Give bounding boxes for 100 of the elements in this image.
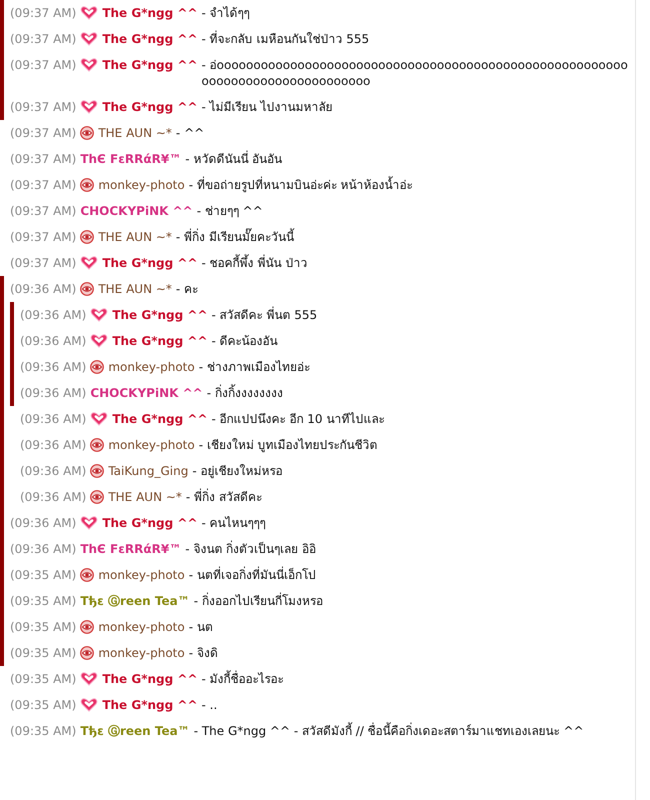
- message-text: - ดีคะน้องอัน: [212, 333, 279, 349]
- heart-icon: [90, 412, 108, 426]
- eye-icon: [80, 646, 94, 660]
- message-text: - ที่ขอถ่ายรูปที่หนามบินอ่ะค่ะ หน้าห้องน้ำอ่ะ: [188, 177, 414, 193]
- message-text: - ช่ายๆๆ ^^: [196, 203, 264, 219]
- timestamp: (09:36 AM): [10, 281, 76, 297]
- eye-icon: [80, 126, 94, 140]
- sender-name: THE AUN ~*: [108, 489, 182, 505]
- sender-name: THE AUN ~*: [98, 229, 172, 245]
- eye-icon: [90, 490, 104, 504]
- heart-icon: [90, 334, 108, 348]
- heart-icon: [80, 256, 98, 270]
- eye-icon: [90, 464, 104, 478]
- timestamp: (09:36 AM): [20, 463, 86, 479]
- heart-icon: [80, 32, 98, 46]
- sender-name: The G*ngg ^^: [112, 307, 208, 323]
- timestamp: (09:35 AM): [10, 645, 76, 661]
- sender-name: THE AUN ~*: [98, 125, 172, 141]
- message-text: - อยู่เชียงใหม่หรอ: [192, 463, 284, 479]
- message-text: - กิ่งออกไปเรียนกี่โมงหรอ: [194, 593, 324, 609]
- sender-name: The G*ngg ^^: [102, 57, 198, 73]
- sender-name: CHOCKYPiNK ^^: [90, 385, 203, 401]
- heart-icon: [80, 58, 98, 72]
- heart-icon: [80, 672, 98, 686]
- sender-name: monkey-photo: [98, 567, 185, 583]
- timestamp: (09:35 AM): [10, 723, 76, 739]
- message-text: - อีกแปปนึงคะ อีก 10 นาทีไปและ: [212, 411, 386, 427]
- sender-name: The G*ngg ^^: [112, 411, 208, 427]
- heart-icon: [80, 516, 98, 530]
- timestamp: (09:37 AM): [10, 151, 76, 167]
- sender-name: Tђε Ⓖreen Tea™: [80, 723, 190, 739]
- timestamp: (09:37 AM): [10, 5, 76, 21]
- sender-name: The G*ngg ^^: [102, 671, 198, 687]
- sender-name: monkey-photo: [108, 359, 195, 375]
- sender-name: The G*ngg ^^: [102, 31, 198, 47]
- timestamp: (09:35 AM): [10, 567, 76, 583]
- timestamp: (09:36 AM): [20, 437, 86, 453]
- message-text: - มังกี้ชื่ออะไรอะ: [202, 671, 285, 687]
- message-text: - อ่ooooooooooooooooooooooooooooooooooooooooooooooooooooooooooooooooooooooooooooooo: [202, 57, 629, 89]
- sender-name: monkey-photo: [108, 437, 195, 453]
- message-text: - นต: [188, 619, 214, 635]
- timestamp: (09:37 AM): [10, 99, 76, 115]
- message-text: - กิ่งกิ้งงงงงงงง: [206, 385, 284, 401]
- timestamp: (09:37 AM): [10, 203, 76, 219]
- timestamp: (09:36 AM): [20, 411, 86, 427]
- timestamp: (09:35 AM): [10, 697, 76, 713]
- sender-name: TaiKung_Ging: [108, 463, 188, 479]
- message-text: - เชียงใหม่ บูทเมืองไทยประกันชีวิต: [198, 437, 379, 453]
- sender-name: monkey-photo: [98, 645, 185, 661]
- sender-name: The G*ngg ^^: [102, 255, 198, 271]
- timestamp: (09:36 AM): [20, 489, 86, 505]
- eye-icon: [90, 360, 104, 374]
- message-text: - The G*ngg ^^ - สวัสดีมังกี้ // ชื่อนี้คือกิ่งเดอะสตาร์มาแชทเองเลยนะ ^^: [194, 723, 585, 739]
- message-text: - ชอคกี้พึ้ง พี่นัน ป่าว: [202, 255, 308, 271]
- message-text: - ..: [202, 697, 218, 713]
- eye-icon: [80, 620, 94, 634]
- timestamp: (09:35 AM): [10, 619, 76, 635]
- heart-icon: [90, 308, 108, 322]
- eye-icon: [80, 230, 94, 244]
- message-text: - นตที่เจอกิ่งที่มันนี่เอ็กโป: [188, 567, 317, 583]
- message-text: - ^^: [176, 125, 206, 141]
- message-text: - จำได้ๆๆ: [202, 5, 251, 21]
- message-text: - พี่กิ่ง สวัสดีคะ: [186, 489, 263, 505]
- sender-name: Tђε Ⓖreen Tea™: [80, 593, 190, 609]
- eye-icon: [80, 178, 94, 192]
- sender-name: ThЄ FεRRάR¥™: [80, 541, 182, 557]
- message-text: - หวัดดีนันนี่ อันอัน: [185, 151, 284, 167]
- message-text: - ช่างภาพเมืองไทยอ่ะ: [198, 359, 311, 375]
- message-text: - ที่จะกลับ เมหือนกันใช่ป่าว 555: [202, 31, 370, 47]
- message-text: - จิงนต กิ่งตัวเป็นๆเลย อิอิ: [185, 541, 318, 557]
- timestamp: (09:37 AM): [10, 125, 76, 141]
- message-text: - ไม่มีเรียน ไปงานมหาลัย: [202, 99, 334, 115]
- timestamp: (09:36 AM): [20, 307, 86, 323]
- sender-name: monkey-photo: [98, 619, 185, 635]
- sender-name: monkey-photo: [98, 177, 185, 193]
- message-text: - พี่กิ่ง มีเรียนมั๊ยคะวันนี้: [176, 229, 296, 245]
- timestamp: (09:37 AM): [10, 57, 76, 73]
- eye-icon: [80, 282, 94, 296]
- eye-icon: [90, 438, 104, 452]
- message-text: - คนไหนๆๆๆ: [202, 515, 267, 531]
- sender-name: THE AUN ~*: [98, 281, 172, 297]
- timestamp: (09:36 AM): [10, 515, 76, 531]
- timestamp: (09:37 AM): [10, 31, 76, 47]
- eye-icon: [80, 568, 94, 582]
- sender-name: CHOCKYPiNK ^^: [80, 203, 193, 219]
- message-text: - คะ: [176, 281, 200, 297]
- sender-name: The G*ngg ^^: [102, 515, 198, 531]
- timestamp: (09:37 AM): [10, 255, 76, 271]
- timestamp: (09:37 AM): [10, 229, 76, 245]
- message-text: - สวัสดีคะ พี่นต 555: [212, 307, 318, 323]
- heart-icon: [80, 100, 98, 114]
- heart-icon: [80, 698, 98, 712]
- sender-name: The G*ngg ^^: [102, 99, 198, 115]
- timestamp: (09:35 AM): [10, 671, 76, 687]
- sender-name: ThЄ FεRRάR¥™: [80, 151, 182, 167]
- timestamp: (09:36 AM): [20, 333, 86, 349]
- timestamp: (09:35 AM): [10, 593, 76, 609]
- timestamp: (09:36 AM): [10, 541, 76, 557]
- timestamp: (09:37 AM): [10, 177, 76, 193]
- timestamp: (09:36 AM): [20, 359, 86, 375]
